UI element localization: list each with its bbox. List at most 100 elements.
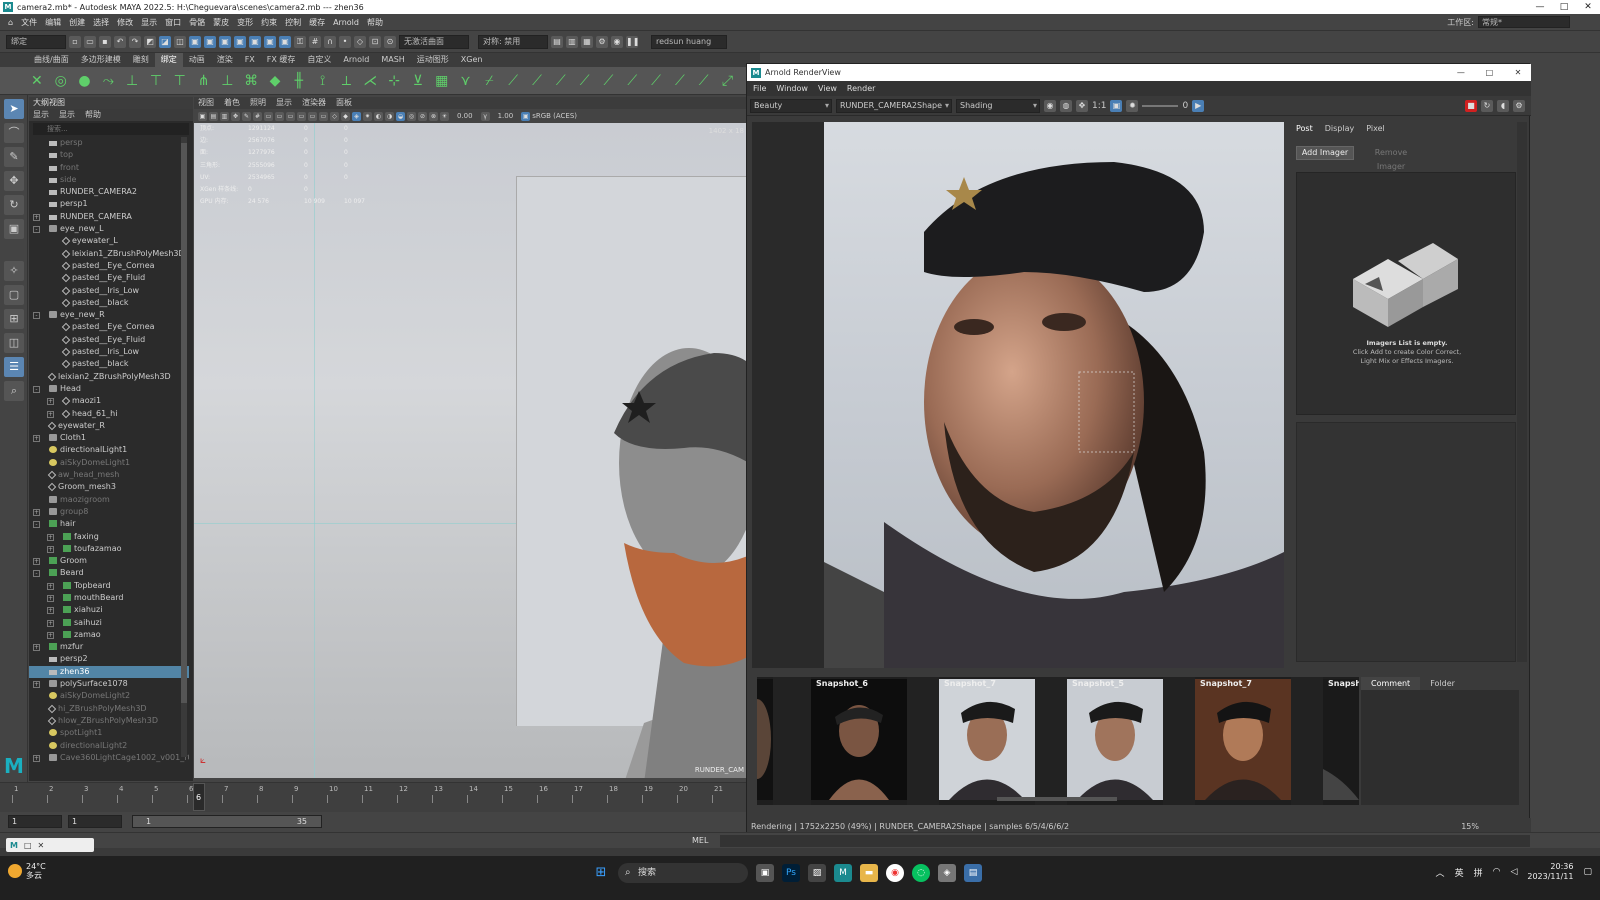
outliner-item[interactable]: front bbox=[29, 162, 189, 174]
expand-toggle-icon[interactable]: + bbox=[47, 619, 54, 627]
symmetry-dropdown[interactable]: 对称: 禁用 bbox=[478, 34, 548, 49]
deformer-icon[interactable]: ⟋ bbox=[576, 72, 594, 90]
shelf-tab-animation[interactable]: 动画 bbox=[183, 53, 211, 67]
outliner-item[interactable]: + saihuzi bbox=[29, 617, 189, 629]
pole-vector-icon[interactable]: ⌿ bbox=[480, 72, 498, 90]
menu-windows[interactable]: 窗口 bbox=[161, 17, 185, 28]
outliner-scrollbar[interactable] bbox=[181, 137, 187, 757]
expand-toggle-icon[interactable]: + bbox=[47, 545, 54, 553]
select-hierarchy-icon[interactable]: ◩ bbox=[144, 35, 156, 48]
shelf-tab-poly[interactable]: 多边形建模 bbox=[75, 53, 127, 67]
shelf-tab-rigging[interactable]: 绑定 bbox=[154, 53, 183, 67]
crop-region-icon[interactable]: ▣ bbox=[1110, 99, 1123, 112]
select-mask6-icon[interactable]: ▣ bbox=[264, 35, 276, 48]
outliner-item[interactable]: maozigroom bbox=[29, 494, 189, 506]
expand-toggle-icon[interactable]: - bbox=[33, 226, 40, 234]
shelf-tab-custom[interactable]: 自定义 bbox=[301, 53, 337, 67]
outliner-item[interactable]: + Topbeard bbox=[29, 580, 189, 592]
outliner-item[interactable]: - Beard bbox=[29, 567, 189, 579]
menu-set-dropdown[interactable]: 绑定 bbox=[6, 34, 66, 49]
shelf-tab-sculpt[interactable]: 雕刻 bbox=[127, 53, 155, 67]
expand-toggle-icon[interactable]: + bbox=[33, 508, 40, 516]
time-slider[interactable]: 1 2 3 4 5 6 7 8 9 10 11 12 13 14 15 16 17 18 19 20 21 6 bbox=[0, 782, 760, 812]
add-imager-button[interactable]: Add Imager bbox=[1296, 146, 1354, 160]
sculpt-deformer-icon[interactable]: ⟋ bbox=[623, 72, 641, 90]
isolate-icon[interactable]: ◎ bbox=[407, 111, 416, 121]
select-mask4-icon[interactable]: ▣ bbox=[234, 35, 246, 48]
render-settings-icon[interactable]: ⚙ bbox=[596, 35, 608, 48]
app-icon[interactable]: ◈ bbox=[938, 864, 956, 882]
pan-icon[interactable]: ✥ bbox=[1076, 99, 1088, 112]
shelf-tab-xgen[interactable]: XGen bbox=[455, 53, 489, 67]
new-scene-icon[interactable]: ▫ bbox=[69, 35, 81, 48]
orient-constraint-icon[interactable]: ⊻ bbox=[409, 72, 427, 90]
outliner-item[interactable]: + Cloth1 bbox=[29, 432, 189, 444]
expand-toggle-icon[interactable]: + bbox=[47, 398, 54, 406]
shelf-tab-curves[interactable]: 曲线/曲面 bbox=[28, 53, 75, 67]
tab-display[interactable]: Display bbox=[1325, 122, 1355, 135]
outliner-item[interactable]: pasted__Eye_Fluid bbox=[29, 272, 189, 284]
shelf-tab-arnold[interactable]: Arnold bbox=[337, 53, 375, 67]
exposure-field[interactable]: 0.00 bbox=[451, 112, 479, 120]
bend-icon[interactable]: ⟋ bbox=[695, 72, 713, 90]
grid-icon[interactable]: # bbox=[253, 111, 262, 121]
menu-help[interactable]: 帮助 bbox=[363, 17, 387, 28]
outliner-item[interactable]: hi_ZBrushPolyMesh3D bbox=[29, 703, 189, 715]
textured-icon[interactable]: ◈ bbox=[352, 111, 361, 121]
snapshot-strip[interactable]: Snapshot_6 Snapshot_7 Snapshot_5 Snapsho… bbox=[757, 677, 1359, 805]
outliner-item[interactable]: pasted__Iris_Low bbox=[29, 285, 189, 297]
exposure-icon[interactable]: ☀ bbox=[440, 111, 449, 121]
arnold-settings-icon[interactable]: ⚙ bbox=[1513, 99, 1525, 112]
lattice-icon[interactable]: ◆ bbox=[266, 72, 284, 90]
wrap-icon[interactable]: ⟂ bbox=[338, 72, 356, 90]
joint-tool-icon[interactable]: ✕ bbox=[28, 72, 46, 90]
outliner-item[interactable]: persp bbox=[29, 137, 189, 149]
save-scene-icon[interactable]: ▪ bbox=[99, 35, 111, 48]
gate-mask-icon[interactable]: ▭ bbox=[286, 111, 295, 121]
select-mask5-icon[interactable]: ▣ bbox=[249, 35, 261, 48]
open-scene-icon[interactable]: ▭ bbox=[84, 35, 96, 48]
taskbar-search[interactable]: 搜索 bbox=[618, 863, 748, 883]
outliner-item[interactable]: + Groom bbox=[29, 555, 189, 567]
wire-icon[interactable]: ⟋ bbox=[647, 72, 665, 90]
expand-toggle-icon[interactable]: - bbox=[33, 570, 40, 578]
outliner-item[interactable]: RUNDER_CAMERA2 bbox=[29, 186, 189, 198]
menu-cache[interactable]: 缓存 bbox=[305, 17, 329, 28]
outliner-item[interactable]: pasted__black bbox=[29, 297, 189, 309]
expand-toggle-icon[interactable]: + bbox=[47, 410, 54, 418]
shelf-tab-rendering[interactable]: 渲染 bbox=[211, 53, 239, 67]
user-account-dropdown[interactable]: redsun huang bbox=[651, 34, 727, 49]
outliner-item[interactable]: persp1 bbox=[29, 198, 189, 210]
arnold-minimize-button[interactable]: — bbox=[1448, 68, 1474, 77]
menu-modify[interactable]: 修改 bbox=[113, 17, 137, 28]
shelf-tab-fx[interactable]: FX bbox=[239, 53, 261, 67]
outliner-item[interactable]: persp2 bbox=[29, 653, 189, 665]
wireframe-icon[interactable]: ◇ bbox=[330, 111, 339, 121]
weather-widget[interactable]: 24°C 多云 bbox=[8, 862, 46, 880]
side-by-side-icon[interactable]: ◫ bbox=[4, 333, 24, 353]
snap-live-icon[interactable]: ⊙ bbox=[384, 35, 396, 48]
undo-icon[interactable]: ↶ bbox=[114, 35, 126, 48]
restore-icon[interactable]: □ bbox=[24, 841, 32, 850]
twist-icon[interactable]: ⟋ bbox=[671, 72, 689, 90]
ipr-render-icon[interactable]: ▶ bbox=[1192, 99, 1205, 112]
point-constraint-icon[interactable]: ⊹ bbox=[385, 72, 403, 90]
vp-menu-lighting[interactable]: 照明 bbox=[250, 97, 266, 109]
arnold-menu-render[interactable]: Render bbox=[847, 81, 875, 96]
expand-toggle-icon[interactable]: + bbox=[47, 607, 54, 615]
minimize-button[interactable]: — bbox=[1528, 0, 1552, 14]
debug-icon[interactable]: ◖ bbox=[1497, 99, 1509, 112]
select-mask7-icon[interactable]: ▣ bbox=[279, 35, 291, 48]
outliner-item[interactable]: + toufazamao bbox=[29, 543, 189, 555]
snapshot-thumb[interactable]: Snapshot_5 bbox=[1067, 677, 1163, 805]
2d-pan-icon[interactable]: ✥ bbox=[231, 111, 240, 121]
snap-point-icon[interactable]: • bbox=[339, 35, 351, 48]
tray-expand-icon[interactable]: ︿ bbox=[1436, 866, 1445, 879]
menu-deform[interactable]: 变形 bbox=[233, 17, 257, 28]
exposure-value[interactable]: 0 bbox=[1182, 101, 1188, 111]
start-icon[interactable]: ⊞ bbox=[592, 864, 610, 882]
expand-toggle-icon[interactable]: + bbox=[33, 558, 40, 566]
expand-toggle-icon[interactable]: + bbox=[47, 631, 54, 639]
outliner-item[interactable]: + maozi1 bbox=[29, 395, 189, 407]
camera-dropdown[interactable]: RUNDER_CAMERA2Shape bbox=[836, 98, 952, 113]
